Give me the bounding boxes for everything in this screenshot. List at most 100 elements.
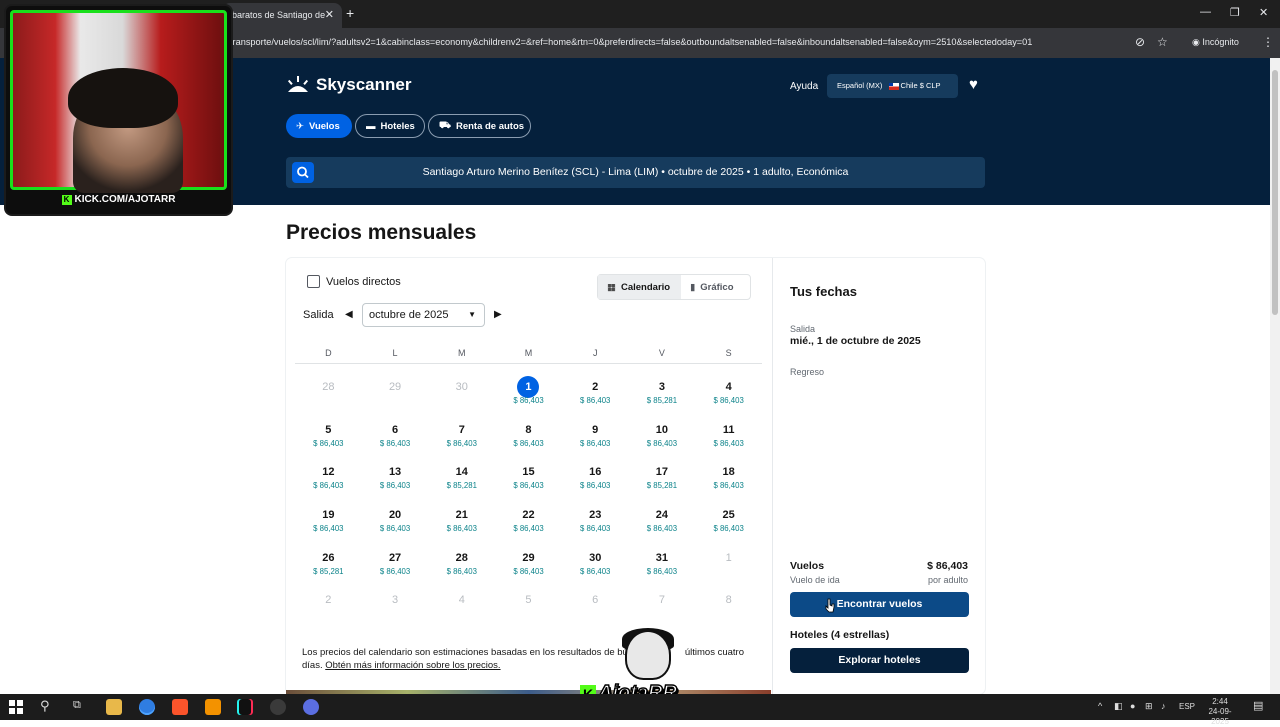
calendar-day[interactable]: 9 $ 86,403 <box>562 407 629 450</box>
restore-icon[interactable]: ❐ <box>1230 6 1240 19</box>
day-number: 29 <box>522 551 535 564</box>
calendar-day[interactable]: 23 $ 86,403 <box>562 492 629 535</box>
page-scrollbar-thumb[interactable] <box>1272 70 1278 315</box>
input-language[interactable]: ESP <box>1179 702 1195 711</box>
day-number: 4 <box>725 381 732 393</box>
close-window-icon[interactable]: ✕ <box>1259 6 1268 19</box>
day-number: 22 <box>522 509 535 522</box>
task-view-icon[interactable]: ⧉ <box>73 699 81 712</box>
calendar-day-outside-month: 30 <box>428 364 495 407</box>
calendar-day[interactable]: 3 $ 85,281 <box>629 364 696 407</box>
calendar-day[interactable]: 20 $ 86,403 <box>362 492 429 535</box>
favorites-heart-icon[interactable]: ♥ <box>969 76 978 93</box>
url-field[interactable]: transporte/vuelos/scl/lim/?adultsv2=1&ca… <box>230 37 1032 47</box>
notifications-icon[interactable]: ▤ <box>1253 699 1263 712</box>
close-tab-icon[interactable]: ✕ <box>325 8 334 21</box>
day-price: $ 86,403 <box>713 438 744 448</box>
month-select[interactable]: octubre de 2025 ▼ <box>362 303 485 327</box>
locale-selector[interactable]: Español (MX) Chile $ CLP <box>827 74 958 98</box>
calendar-day[interactable]: 8 $ 86,403 <box>495 407 562 450</box>
skyscanner-logo[interactable]: Skyscanner <box>286 75 411 95</box>
day-number: 19 <box>322 509 335 522</box>
day-price: $ 86,403 <box>446 566 477 576</box>
calendar-day-selected[interactable]: 1 $ 86,403 <box>495 364 562 407</box>
card-divider <box>772 258 773 694</box>
day-number: 8 <box>525 423 532 436</box>
find-flights-button[interactable]: Encontrar vuelos <box>790 592 969 617</box>
discord-icon[interactable] <box>303 699 319 715</box>
next-month-icon[interactable]: ▶ <box>494 309 502 320</box>
chrome-icon[interactable] <box>139 699 155 715</box>
calendar-day[interactable]: 11 $ 86,403 <box>695 407 762 450</box>
calendar-day[interactable]: 7 $ 86,403 <box>428 407 495 450</box>
calendar-day[interactable]: 26 $ 85,281 <box>295 535 362 578</box>
calendar-day[interactable]: 5 $ 86,403 <box>295 407 362 450</box>
bookmark-star-icon[interactable]: ☆ <box>1157 35 1168 49</box>
file-explorer-icon[interactable] <box>106 699 122 715</box>
calendar-day[interactable]: 17 $ 85,281 <box>629 449 696 492</box>
tab-flights[interactable]: ✈ Vuelos <box>286 114 352 138</box>
browser-tab[interactable]: baratos de Santiago de ✕ <box>222 3 342 28</box>
brave-icon[interactable] <box>172 699 188 715</box>
calendar-day[interactable]: 27 $ 86,403 <box>362 535 429 578</box>
direct-flights-filter[interactable]: Vuelos directos <box>307 275 401 288</box>
calendar-day[interactable]: 13 $ 86,403 <box>362 449 429 492</box>
tray-app-icon[interactable]: ◧ <box>1114 701 1123 712</box>
tray-chevron-up-icon[interactable]: ^ <box>1098 701 1102 711</box>
day-price: $ 85,281 <box>313 566 344 576</box>
volume-icon[interactable]: ♪ <box>1161 701 1166 711</box>
network-icon[interactable]: ⊞ <box>1145 701 1153 712</box>
microphone-icon[interactable]: ● <box>1130 701 1135 711</box>
tab-car-rental[interactable]: ⛟ Renta de autos <box>428 114 531 138</box>
mouse-pointer-icon <box>825 598 835 613</box>
day-number: 2 <box>592 381 599 393</box>
calendar-day[interactable]: 12 $ 86,403 <box>295 449 362 492</box>
kick-channel-text: KICK.COM/AJOTARR <box>74 194 176 205</box>
search-summary-text: Santiago Arturo Merino Benítez (SCL) - L… <box>422 166 849 178</box>
calendar-day[interactable]: 31 $ 86,403 <box>629 535 696 578</box>
calendar-day[interactable]: 4 $ 86,403 <box>695 364 762 407</box>
calendar-day[interactable]: 29 $ 86,403 <box>495 535 562 578</box>
calendar-day[interactable]: 15 $ 86,403 <box>495 449 562 492</box>
help-link[interactable]: Ayuda <box>790 81 818 92</box>
calendar-day[interactable]: 21 $ 86,403 <box>428 492 495 535</box>
eye-off-icon[interactable]: ⊘ <box>1135 35 1145 49</box>
previous-month-icon[interactable]: ◀ <box>345 309 353 320</box>
incognito-label: Incógnito <box>1202 37 1239 47</box>
obs-icon[interactable] <box>270 699 286 715</box>
tab-hotels[interactable]: ▬ Hoteles <box>355 114 425 138</box>
search-summary-bar[interactable]: Santiago Arturo Merino Benítez (SCL) - L… <box>286 157 985 188</box>
calendar-day[interactable]: 2 $ 86,403 <box>562 364 629 407</box>
windows-start-icon[interactable] <box>8 699 24 715</box>
calendar-day[interactable]: 10 $ 86,403 <box>629 407 696 450</box>
search-taskbar-icon[interactable]: ⚲ <box>40 698 50 714</box>
direct-flights-checkbox[interactable] <box>307 275 320 288</box>
webcam-overlay: K KICK.COM/AJOTARR <box>6 6 231 214</box>
system-clock[interactable]: 2:44 24-09-2025 <box>1200 697 1240 727</box>
app-a-icon[interactable] <box>205 699 221 715</box>
calendar-day[interactable]: 24 $ 86,403 <box>629 492 696 535</box>
explore-hotels-button[interactable]: Explorar hoteles <box>790 648 969 673</box>
calendar-day[interactable]: 22 $ 86,403 <box>495 492 562 535</box>
calendar-day[interactable]: 18 $ 86,403 <box>695 449 762 492</box>
calendar-view-button[interactable]: ▦ Calendario <box>598 275 681 299</box>
price-info-link[interactable]: Obtén más información sobre los precios. <box>325 660 500 671</box>
incognito-indicator[interactable]: ◉ Incógnito <box>1192 37 1239 48</box>
day-price: $ 86,403 <box>379 481 411 491</box>
chart-view-button[interactable]: ▮ Gráfico <box>681 275 743 299</box>
side-departure-value: mié., 1 de octubre de 2025 <box>790 335 921 347</box>
calendar-day[interactable]: 14 $ 85,281 <box>428 449 495 492</box>
calendar-day[interactable]: 19 $ 86,403 <box>295 492 362 535</box>
calendar-day[interactable]: 6 $ 86,403 <box>362 407 429 450</box>
calendar-day[interactable]: 30 $ 86,403 <box>562 535 629 578</box>
tiktok-icon[interactable] <box>237 699 253 715</box>
day-number: 18 <box>722 466 735 479</box>
new-tab-icon[interactable]: + <box>346 5 354 21</box>
calendar-day[interactable]: 28 $ 86,403 <box>428 535 495 578</box>
calendar-day[interactable]: 25 $ 86,403 <box>695 492 762 535</box>
minimize-icon[interactable]: — <box>1200 6 1211 18</box>
weekday-label: M <box>458 348 466 358</box>
day-price: $ 86,403 <box>713 396 744 405</box>
calendar-day[interactable]: 16 $ 86,403 <box>562 449 629 492</box>
menu-kebab-icon[interactable]: ⋮ <box>1262 35 1274 49</box>
